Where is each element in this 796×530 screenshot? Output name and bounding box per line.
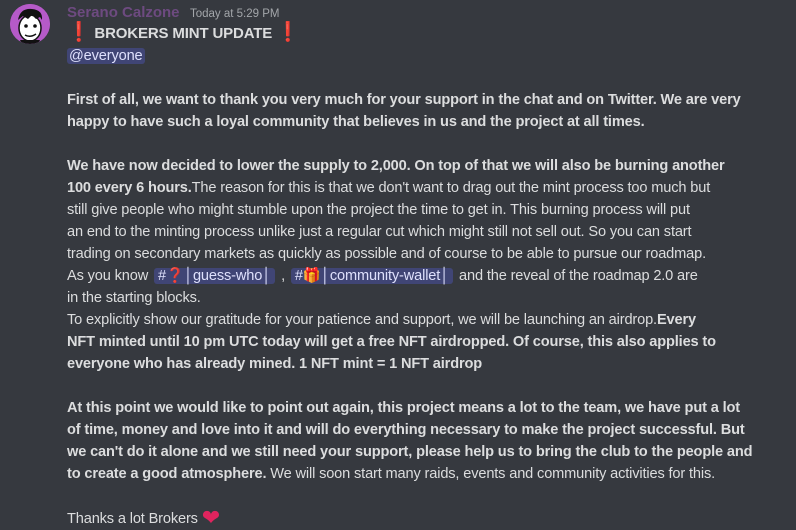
text: and the reveal of the roadmap 2.0 are: [459, 268, 698, 284]
sign-off-line: Thanks a lot Brokers ❤: [67, 507, 787, 530]
text: ,: [281, 268, 285, 284]
user-avatar[interactable]: [10, 4, 50, 44]
text: The reason for this is that we don't wan…: [191, 180, 711, 196]
text: To explicitly show our gratitude for you…: [67, 312, 657, 328]
username[interactable]: Serano Calzone: [67, 4, 180, 21]
bold-text: Every: [656, 312, 696, 328]
mention-line: @everyone: [67, 45, 787, 67]
message-content: ❗ BROKERS MINT UPDATE ❗ @everyone First …: [67, 22, 787, 530]
paragraph-line: of time, money and love into it and will…: [67, 422, 745, 438]
message-header: Serano Calzone Today at 5:29 PM: [67, 4, 279, 22]
paragraph-line: At this point we would like to point out…: [67, 400, 740, 416]
bold-text: 100 every 6 hours.: [67, 180, 192, 196]
text: We will soon start many raids, events an…: [266, 466, 716, 482]
exclamation-icon: ❗: [276, 22, 300, 43]
paragraph-line: We have now decided to lower the supply …: [67, 158, 725, 174]
channel-link-community-wallet[interactable]: #🎁│community-wallet│: [290, 268, 454, 284]
exclamation-icon: ❗: [67, 22, 91, 43]
cartoon-avatar-icon: [10, 4, 50, 44]
paragraph-line: an end to the minting process unlike jus…: [67, 224, 692, 240]
paragraph-line: To explicitly show our gratitude for you…: [67, 309, 787, 331]
paragraph-line: still give people who might stumble upon…: [67, 202, 690, 218]
heart-icon: ❤: [201, 505, 221, 530]
paragraph-line: everyone who has already mined. 1 NFT mi…: [67, 356, 483, 372]
message-title-line: ❗ BROKERS MINT UPDATE ❗: [67, 22, 787, 45]
channel-link-guess-who[interactable]: #❓│guess-who│: [154, 268, 276, 284]
message-title: BROKERS MINT UPDATE: [94, 25, 273, 42]
bold-text: to create a good atmosphere.: [67, 466, 267, 482]
paragraph-line: First of all, we want to thank you very …: [67, 92, 741, 108]
paragraph-line: to create a good atmosphere. We will soo…: [67, 463, 787, 485]
paragraph-line: 100 every 6 hours.The reason for this is…: [67, 177, 787, 199]
timestamp[interactable]: Today at 5:29 PM: [190, 8, 280, 20]
paragraph-line: NFT minted until 10 pm UTC today will ge…: [67, 334, 716, 350]
sign-off: Thanks a lot Brokers: [67, 511, 198, 527]
paragraph-line: trading on secondary markets as quickly …: [67, 246, 706, 262]
paragraph-line: As you know #❓│guess-who│ , #🎁│community…: [67, 265, 787, 287]
paragraph-line: we can't do it alone and we still need y…: [67, 444, 753, 460]
everyone-mention[interactable]: @everyone: [67, 48, 145, 64]
paragraph-line: in the starting blocks.: [67, 290, 201, 306]
paragraph-line: happy to have such a loyal community tha…: [67, 114, 645, 130]
text: As you know: [67, 268, 149, 284]
